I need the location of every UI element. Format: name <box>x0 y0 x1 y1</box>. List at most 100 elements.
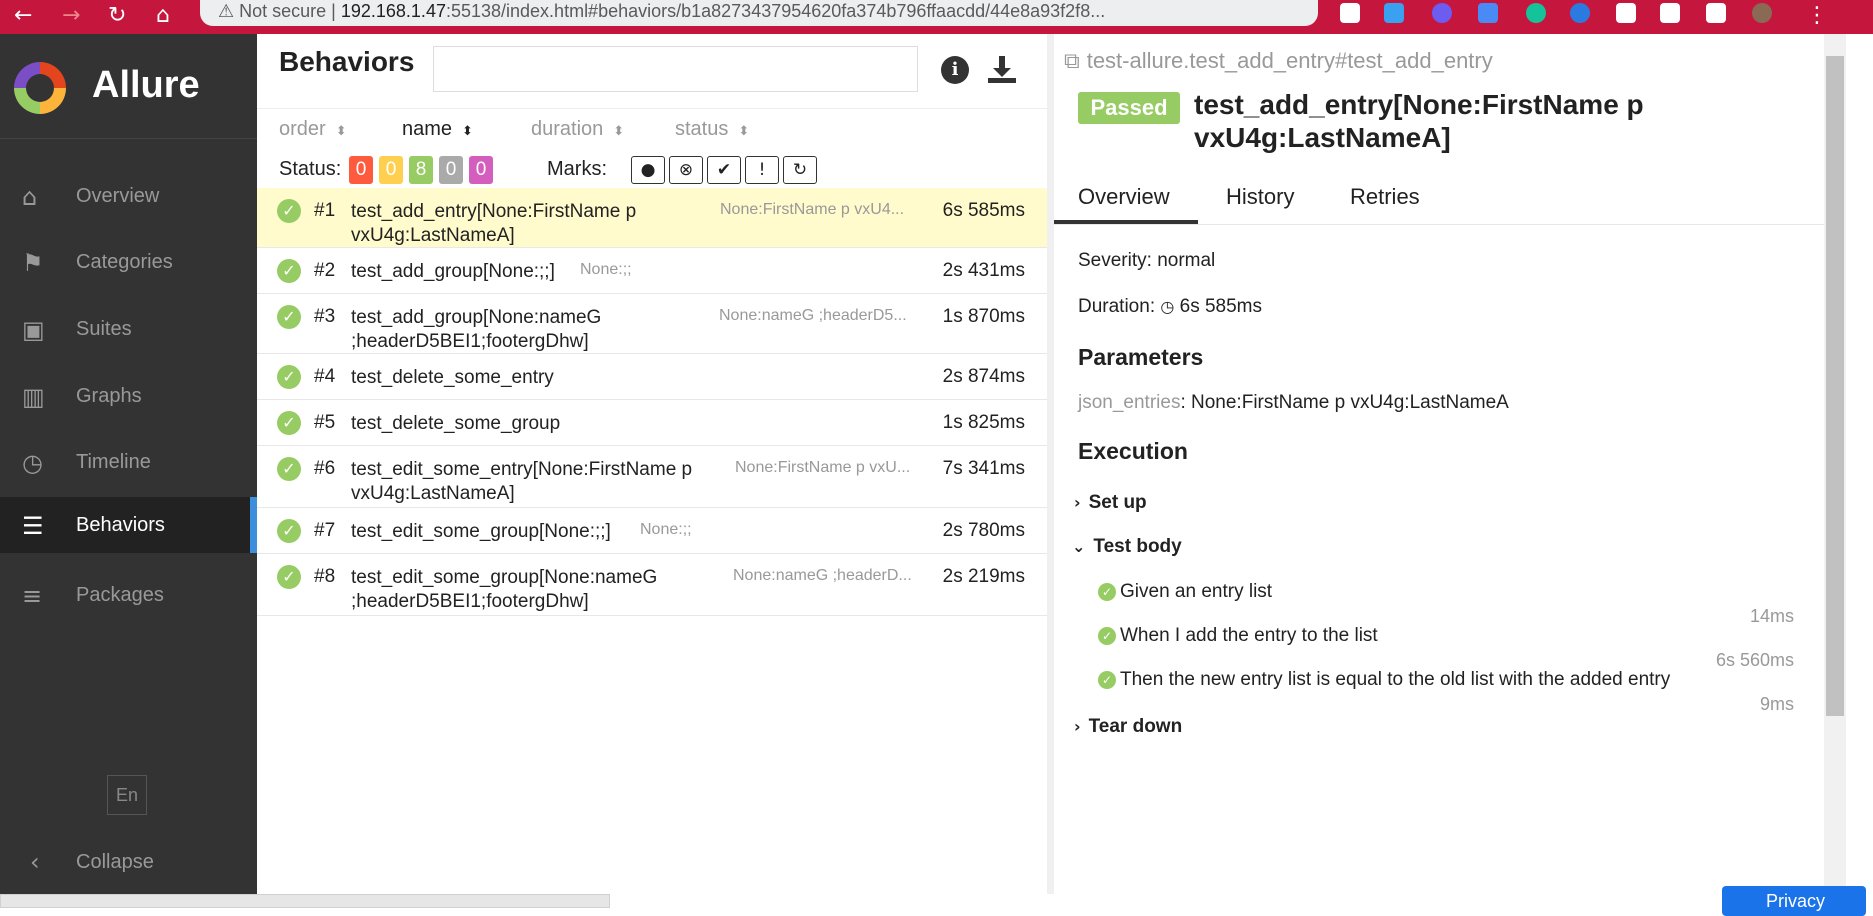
translate-icon[interactable] <box>1478 3 1498 23</box>
table-row[interactable]: ✓ #3 test_add_group[None:nameG ;headerD5BE… <box>257 294 1047 354</box>
pane-splitter[interactable] <box>1047 34 1054 894</box>
tab-retries[interactable]: Retries <box>1350 184 1420 210</box>
grammarly-icon[interactable] <box>1526 3 1546 23</box>
horizontal-scrollbar[interactable] <box>0 894 610 908</box>
row-parameters: None:nameG ;headerD5... <box>719 307 907 324</box>
new-failed-icon[interactable]: ⊗ <box>669 156 703 184</box>
reading-list-icon[interactable] <box>1706 3 1726 23</box>
sidebar-item-graphs[interactable]: ▥ Graphs <box>0 368 257 424</box>
allure-logo-icon <box>14 62 66 114</box>
breadcrumb[interactable]: ⧉ test-allure.test_add_entry#test_add_en… <box>1064 48 1493 74</box>
privacy-button[interactable]: Privacy <box>1722 886 1866 916</box>
sidebar-item-behaviors[interactable]: ☰ Behaviors <box>0 497 257 553</box>
extension-icon[interactable] <box>1384 3 1404 23</box>
step-name: When I add the entry to the list <box>1120 625 1378 646</box>
table-row[interactable]: ✓ #2 test_add_group[None:;;] None:;; 2s 431m… <box>257 248 1047 294</box>
sidebar-item-packages[interactable]: ≡ Packages <box>0 567 257 623</box>
parameter-row: json_entries: None:FirstName p vxU4g:Las… <box>1078 392 1509 414</box>
sidebar-item-label: Suites <box>76 318 132 340</box>
passed-count-badge[interactable]: 8 <box>409 156 433 184</box>
test-body-label: Test body <box>1093 536 1182 557</box>
step-name: Given an entry list <box>1120 581 1273 602</box>
table-row[interactable]: ✓ #4 test_delete_some_entry 2s 874ms <box>257 354 1047 400</box>
marks-label: Marks: <box>547 158 607 180</box>
row-duration: 2s 874ms <box>942 366 1025 387</box>
back-icon[interactable]: ← <box>14 3 32 28</box>
step-item[interactable]: ✓ Given an entry list <box>1098 581 1272 603</box>
status-filter-row: Status: 0 0 8 0 0 Marks: ● ⊗ ✔ ! ↻ <box>279 154 1039 184</box>
download-icon[interactable] <box>985 52 1019 86</box>
avatar[interactable] <box>1752 3 1772 23</box>
collapse-button[interactable]: ‹ Collapse <box>0 842 257 882</box>
copy-icon[interactable]: ⧉ <box>1064 49 1087 74</box>
extension-icon[interactable] <box>1616 3 1636 23</box>
retries-icon[interactable]: ↻ <box>783 156 817 184</box>
extension-icon[interactable] <box>1340 3 1360 23</box>
forward-icon[interactable]: → <box>62 3 80 28</box>
sort-duration[interactable]: duration ⬍ <box>531 118 624 141</box>
table-row[interactable]: ✓ #5 test_delete_some_group 1s 825ms <box>257 400 1047 446</box>
setup-toggle[interactable]: › Set up <box>1074 492 1147 514</box>
parameters-heading: Parameters <box>1078 344 1204 370</box>
table-row[interactable]: ✓ #8 test_edit_some_group[None:nameG ;head… <box>257 554 1047 616</box>
row-number: #8 <box>314 566 336 587</box>
teardown-label: Tear down <box>1088 716 1183 737</box>
clock-icon: ◷ <box>22 449 43 477</box>
tab-overview[interactable]: Overview <box>1078 184 1170 210</box>
row-number: #1 <box>314 200 336 221</box>
sidebar-item-label: Categories <box>76 251 173 273</box>
menu-icon[interactable]: ⋮ <box>1806 3 1828 28</box>
address-bar[interactable]: ⚠ Not secure | 192.168.1.47:55138/index.… <box>200 0 1318 26</box>
align-left-icon: ≡ <box>22 582 43 610</box>
teardown-toggle[interactable]: › Tear down <box>1074 716 1182 738</box>
url-prefix: ⚠ Not secure | <box>218 1 341 21</box>
extension-icon[interactable] <box>1570 3 1590 23</box>
new-passed-icon[interactable]: ✔ <box>707 156 741 184</box>
failed-count-badge[interactable]: 0 <box>349 156 373 184</box>
url-path: :55138/index.html#behaviors/b1a827343795… <box>445 1 1106 21</box>
broken-count-badge[interactable]: 0 <box>379 156 403 184</box>
status-label: Status: <box>279 158 342 180</box>
scrollbar-thumb[interactable] <box>1826 56 1844 716</box>
unknown-count-badge[interactable]: 0 <box>469 156 493 184</box>
info-icon[interactable]: i <box>941 56 969 84</box>
behaviors-panel: Behaviors i order ⬍ name ⬍ duration ⬍ statu… <box>257 34 1047 894</box>
skipped-count-badge[interactable]: 0 <box>439 156 463 184</box>
sidebar-item-label: Overview <box>76 185 160 207</box>
test-body-toggle[interactable]: ⌄ Test body <box>1072 536 1182 558</box>
sidebar-item-categories[interactable]: ⚑ Categories <box>0 234 257 290</box>
header-divider <box>257 108 1047 109</box>
severity: Severity: normal <box>1078 250 1216 271</box>
sort-status[interactable]: status ⬍ <box>675 118 749 141</box>
table-row[interactable]: ✓ #1 test_add_entry[None:FirstName p vxU4g… <box>257 188 1047 248</box>
chevron-left-icon: ‹ <box>30 848 40 876</box>
url-host: 192.168.1.47 <box>340 1 446 21</box>
extension-icon[interactable] <box>1432 3 1452 23</box>
step-item[interactable]: ✓ When I add the entry to the list <box>1098 625 1378 647</box>
row-parameters: None:FirstName p vxU4... <box>720 201 905 218</box>
sort-order[interactable]: order ⬍ <box>279 118 347 141</box>
row-parameters: None:FirstName p vxU... <box>735 459 911 476</box>
table-row[interactable]: ✓ #7 test_edit_some_group[None:;;] None:;; 2… <box>257 508 1047 554</box>
home-icon[interactable]: ⌂ <box>156 3 170 28</box>
reload-icon[interactable]: ↻ <box>108 3 126 28</box>
row-duration: 2s 780ms <box>942 520 1025 541</box>
tab-history[interactable]: History <box>1226 184 1294 210</box>
sort-name[interactable]: name ⬍ <box>402 118 473 141</box>
row-number: #7 <box>314 520 336 541</box>
sidebar-item-overview[interactable]: ⌂ Overview <box>0 168 257 224</box>
table-row[interactable]: ✓ #6 test_edit_some_entry[None:FirstName p… <box>257 446 1047 508</box>
sort-icon: ⬍ <box>613 124 625 139</box>
sidebar-item-timeline[interactable]: ◷ Timeline <box>0 434 257 490</box>
passed-icon: ✓ <box>277 199 301 223</box>
flaky-icon[interactable]: ● <box>631 156 665 184</box>
setup-label: Set up <box>1088 492 1147 513</box>
puzzle-icon[interactable] <box>1660 3 1680 23</box>
sidebar-item-suites[interactable]: ▣ Suites <box>0 301 257 357</box>
new-broken-icon[interactable]: ! <box>745 156 779 184</box>
step-duration: 9ms <box>1759 694 1794 714</box>
row-duration: 7s 341ms <box>942 458 1025 479</box>
step-item[interactable]: ✓ Then the new entry list is equal to the… <box>1098 669 1670 691</box>
language-switch-button[interactable]: En <box>107 775 147 815</box>
search-input[interactable] <box>433 46 918 92</box>
